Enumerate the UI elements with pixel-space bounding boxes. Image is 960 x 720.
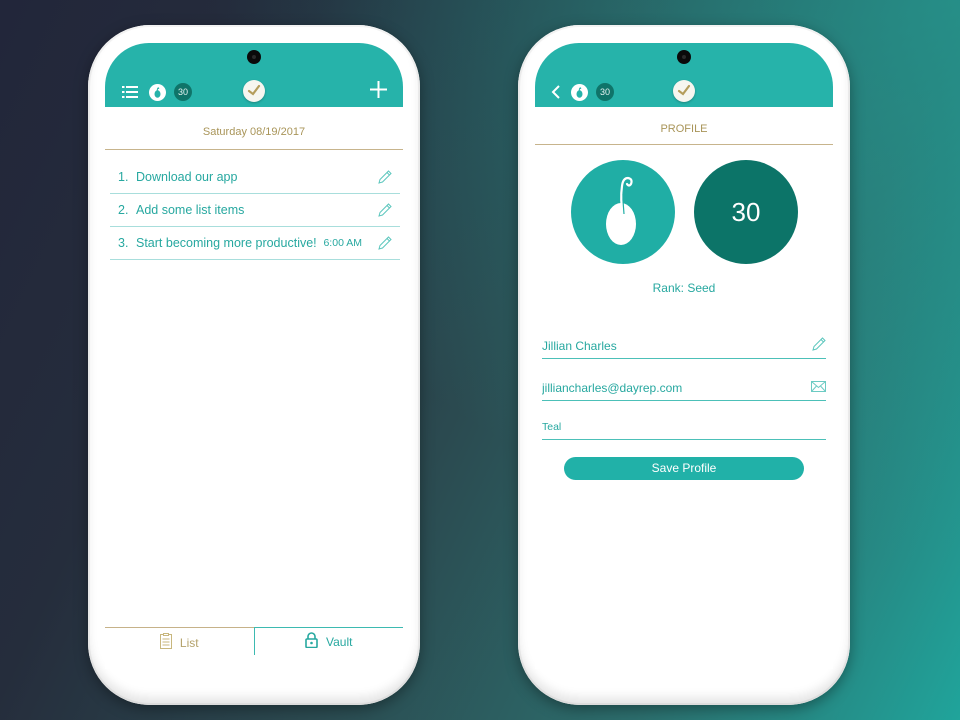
tab-vault-label: Vault — [326, 634, 353, 649]
save-profile-button[interactable]: Save Profile — [564, 457, 804, 480]
camera-notch — [247, 50, 261, 64]
todo-list: 1. Download our app 2. Add some list ite… — [110, 161, 400, 260]
color-input[interactable] — [542, 420, 826, 433]
tab-list-label: List — [179, 635, 199, 650]
list-screen: 30 Saturday 08/19/2017 1. Download our a… — [105, 43, 403, 669]
bottom-tab-bar: List Vault — [105, 627, 403, 669]
points-badge: 30 — [596, 83, 614, 101]
top-bar: 30 — [535, 43, 833, 107]
name-field[interactable] — [542, 333, 826, 359]
plus-icon[interactable] — [370, 81, 387, 98]
phone-profile-screen: 30 PROFILE 30 Rank: Seed Jillian Charles… — [518, 25, 850, 705]
email-field[interactable] — [542, 375, 826, 401]
todo-time: 6:00 AM — [323, 237, 362, 249]
clipboard-icon — [159, 633, 172, 652]
pencil-icon[interactable] — [811, 336, 826, 355]
points-circle: 30 — [694, 160, 798, 264]
todo-text: Start becoming more productive! — [136, 236, 317, 250]
todo-text: Add some list items — [136, 203, 245, 217]
name-input[interactable] — [542, 338, 811, 353]
profile-screen: 30 PROFILE 30 Rank: Seed Jillian Charles… — [535, 43, 833, 669]
chevron-left-icon[interactable] — [550, 83, 562, 101]
seed-icon[interactable] — [149, 83, 166, 101]
todo-item[interactable]: 3. Start becoming more productive! 6:00 … — [110, 227, 400, 260]
todo-item[interactable]: 1. Download our app — [110, 161, 400, 194]
rank-avatar — [571, 160, 675, 264]
todo-text: Download our app — [136, 170, 238, 184]
pencil-icon[interactable] — [377, 235, 392, 251]
todo-number: 3. — [118, 236, 129, 250]
clock-check-logo-icon[interactable] — [243, 80, 265, 102]
list-menu-icon[interactable] — [122, 83, 138, 101]
email-input[interactable] — [542, 380, 811, 395]
todo-number: 1. — [118, 170, 129, 184]
todo-item[interactable]: 2. Add some list items — [110, 194, 400, 227]
envelope-icon — [811, 380, 826, 395]
clock-check-logo-icon[interactable] — [673, 80, 695, 102]
todo-number: 2. — [118, 203, 129, 217]
seed-icon[interactable] — [571, 83, 588, 101]
date-header: Saturday 08/19/2017 — [105, 107, 403, 150]
rank-label: Rank: Seed — [652, 281, 716, 295]
phone-list-screen: 30 Saturday 08/19/2017 1. Download our a… — [88, 25, 420, 705]
top-bar: 30 — [105, 43, 403, 107]
pencil-icon[interactable] — [377, 202, 392, 218]
page-title: PROFILE — [535, 107, 833, 145]
color-field[interactable] — [542, 414, 826, 440]
lock-icon — [305, 632, 318, 651]
tab-list[interactable]: List — [105, 627, 254, 669]
camera-notch — [677, 50, 691, 64]
points-badge: 30 — [174, 83, 192, 101]
pencil-icon[interactable] — [377, 169, 392, 185]
seed-icon — [606, 176, 636, 245]
tab-vault[interactable]: Vault — [253, 627, 403, 655]
